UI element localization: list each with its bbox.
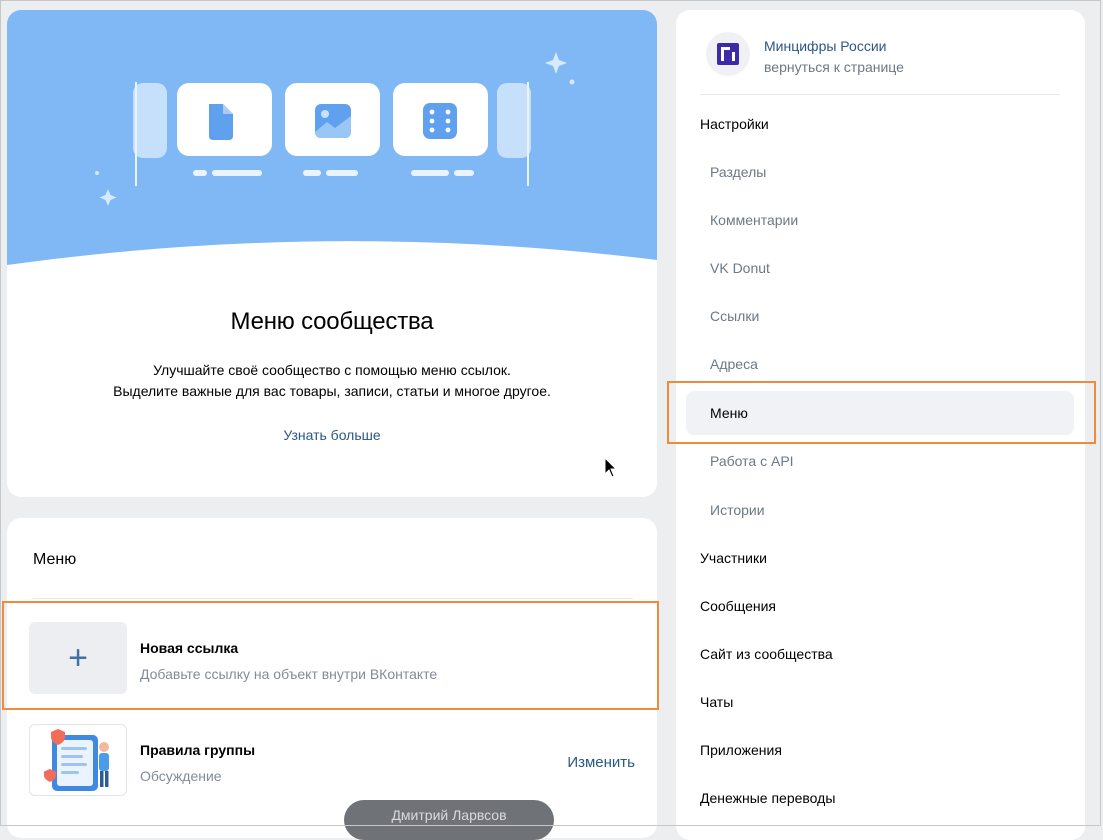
new-link-item[interactable]: + Новая ссылка Добавьте ссылку на объект… [29,622,635,694]
rules-illustration-icon [44,729,109,791]
settings-nav-item[interactable]: Истории [686,488,1074,532]
group-rules-thumbnail [29,724,127,796]
promo-illustration [7,10,657,265]
back-to-page-link[interactable]: вернуться к странице [764,59,904,75]
promo-title: Меню сообщества [230,308,434,335]
group-rules-subtitle: Обсуждение [140,768,222,784]
group-rules-title: Правила группы [140,742,256,758]
settings-nav-item[interactable]: Сообщения [686,584,1074,628]
mintsifry-logo-icon [717,43,739,65]
new-link-title: Новая ссылка [140,640,239,656]
plus-icon: + [68,639,88,677]
settings-nav-item[interactable]: VK Donut [686,246,1074,290]
image-icon [315,104,351,138]
settings-nav-item[interactable]: Разделы [686,150,1074,194]
promo-description-line-2: Выделите важные для вас товары, записи, … [113,383,551,399]
settings-nav-item[interactable]: Чаты [686,680,1074,724]
settings-nav-item[interactable]: Денежные переводы [686,776,1074,820]
mouse-pointer-icon [604,457,618,478]
settings-panel: Минцифры России вернуться к странице Нас… [676,10,1085,840]
menu-heading: Меню [33,551,77,568]
settings-nav-item[interactable]: Настройки [686,102,1074,146]
settings-nav-item[interactable]: Приложения [686,728,1074,772]
edit-button[interactable]: Изменить [567,754,635,771]
dice-icon [423,103,457,139]
promo-card: Меню сообщества Улучшайте своё сообществ… [7,10,657,497]
community-name-link[interactable]: Минцифры России [764,38,886,54]
promo-description-line-1: Улучшайте своё сообщество с помощью меню… [153,362,511,378]
settings-divider [700,94,1060,95]
new-link-subtitle: Добавьте ссылку на объект внутри ВКонтак… [140,666,438,682]
settings-nav-item[interactable]: Комментарии [686,198,1074,242]
toast-notification: Дмитрий Ларвсов [344,800,554,840]
settings-nav-item[interactable]: Адреса [686,342,1074,386]
add-link-button[interactable]: + [29,622,127,694]
settings-nav-item[interactable]: Работа с API [686,439,1074,483]
settings-nav-item[interactable]: Ссылки [686,294,1074,338]
group-rules-item[interactable]: Правила группы Обсуждение Изменить [29,724,635,796]
settings-nav-item[interactable]: Участники [686,536,1074,580]
menu-card: Меню + Новая ссылка Добавьте ссылку на о… [7,518,657,838]
settings-nav-item[interactable]: Меню [686,391,1074,435]
promo-description: Улучшайте своё сообщество с помощью меню… [7,360,657,402]
settings-nav-item[interactable]: Сайт из сообщества [686,632,1074,676]
menu-divider [33,598,633,599]
learn-more-link[interactable]: Узнать больше [7,427,657,443]
community-avatar[interactable] [706,32,750,76]
